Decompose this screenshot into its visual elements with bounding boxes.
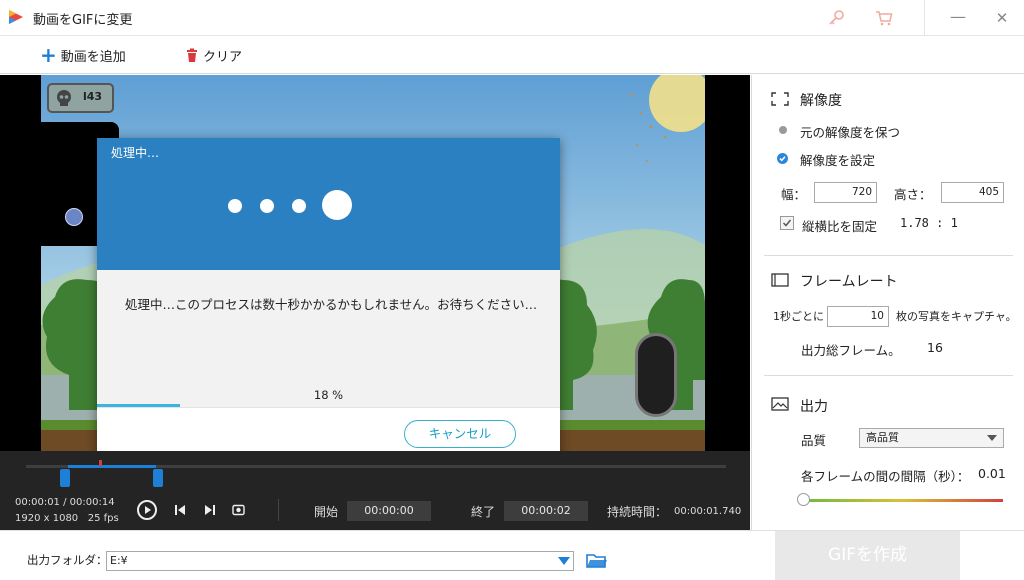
height-input[interactable]: 405: [941, 182, 1004, 203]
image-icon: [771, 397, 789, 411]
playhead[interactable]: [99, 460, 102, 466]
add-video-button[interactable]: + 動画を追加: [40, 45, 126, 65]
cart-icon[interactable]: [874, 8, 894, 28]
resolution-icon: [771, 92, 789, 106]
chevron-down-icon[interactable]: [558, 557, 570, 565]
loading-dot-large-icon: [322, 190, 352, 220]
game-skull-count: l43: [83, 90, 103, 103]
chevron-down-icon: [987, 435, 997, 441]
dialog-body: 処理中…このプロセスは数十秒かかるかもしれません。お待ちください… 18 %: [97, 270, 560, 407]
height-label: 高さ：: [894, 187, 932, 202]
aspect-lock-checkbox[interactable]: [780, 216, 794, 230]
cancel-button[interactable]: キャンセル: [404, 420, 516, 448]
settings-panel: 解像度 元の解像度を保つ 解像度を設定 幅： 720 高さ： 405 縦横比を固…: [751, 75, 1024, 530]
capture-text: 枚の写真をキャプチャ。: [896, 310, 1017, 323]
quality-label: 品質: [801, 433, 827, 448]
set-resolution-radio[interactable]: [777, 153, 788, 164]
section-divider: [764, 375, 1013, 376]
resolution-section-title: 解像度: [800, 93, 842, 109]
trash-icon: [187, 48, 197, 62]
progress-percent: 18 %: [313, 388, 344, 402]
output-folder-label: 出力フォルダ：: [27, 553, 108, 567]
quality-value: 高品質: [866, 431, 899, 444]
clear-label: クリア: [203, 49, 243, 65]
loading-dot-icon: [228, 199, 242, 213]
play-button[interactable]: [137, 500, 157, 520]
app-logo-icon: [9, 10, 23, 24]
minimize-button[interactable]: —: [946, 6, 970, 30]
end-time-field[interactable]: 00:00:02: [504, 501, 588, 521]
frames-per-second-input[interactable]: 10: [827, 306, 889, 327]
next-frame-icon[interactable]: [204, 504, 216, 516]
section-divider: [764, 255, 1013, 256]
timeline-selection: [68, 465, 156, 468]
end-label: 終了: [471, 505, 496, 519]
video-resolution: 1920 x 1080: [15, 513, 79, 524]
aspect-lock-label[interactable]: 縦横比を固定: [802, 216, 877, 235]
snapshot-icon[interactable]: [232, 503, 245, 516]
duration-label: 持続時間：: [607, 505, 668, 519]
interval-slider-knob[interactable]: [797, 493, 810, 506]
skull-icon: [57, 90, 71, 106]
add-video-label: 動画を追加: [60, 49, 126, 65]
total-frames-label: 出力総フレーム。: [801, 343, 901, 358]
app-window: 動画をGIFに変更 — ✕ + 動画を追加 クリア l43 処理中… 処理中…こ…: [0, 0, 1024, 580]
per-second-label: 1秒ごとに: [773, 310, 824, 323]
duration-value: 00:00:01.740: [674, 506, 742, 517]
key-icon[interactable]: [826, 8, 846, 28]
time-readout: 00:00:01 / 00:00:14: [15, 497, 115, 508]
trim-end-handle[interactable]: [153, 469, 163, 487]
trim-start-handle[interactable]: [60, 469, 70, 487]
app-title: 動画をGIFに変更: [33, 13, 133, 28]
game-skull-counter: [47, 83, 114, 113]
interval-value: 0.01: [978, 466, 1006, 481]
interval-label: 各フレームの間の間隔（秒）：: [801, 469, 970, 484]
title-bar: 動画をGIFに変更 — ✕: [0, 0, 1024, 36]
loading-dot-icon: [292, 199, 306, 213]
processing-dialog: 処理中… 処理中…このプロセスは数十秒かかるかもしれません。お待ちください… 1…: [97, 138, 560, 461]
width-label: 幅：: [781, 187, 807, 202]
clear-button[interactable]: クリア: [186, 45, 242, 65]
play-icon: [145, 506, 151, 514]
interval-slider-track[interactable]: [802, 499, 1003, 502]
aspect-ratio-value: 1.78 : 1: [900, 216, 958, 230]
output-folder-input[interactable]: E:¥: [106, 551, 574, 571]
player-controls: 00:00:01 / 00:00:14 1920 x 1080 25 fps 開…: [0, 451, 750, 530]
close-button[interactable]: ✕: [990, 6, 1014, 30]
game-gear-icon: [65, 208, 83, 226]
plus-icon: +: [40, 43, 57, 67]
total-frames-value: 16: [927, 340, 943, 355]
time-separator: /: [63, 497, 67, 508]
video-fps: 25 fps: [87, 513, 119, 524]
toolbar: + 動画を追加 クリア: [0, 36, 1024, 74]
controls-divider: [278, 499, 279, 521]
check-icon: [779, 156, 786, 162]
dialog-header: 処理中…: [97, 138, 560, 270]
folder-icon[interactable]: [586, 552, 608, 569]
total-time: 00:00:14: [69, 497, 115, 508]
titlebar-divider: [924, 0, 925, 36]
quality-select[interactable]: 高品質: [859, 428, 1004, 448]
width-input[interactable]: 720: [814, 182, 877, 203]
current-time: 00:00:01: [15, 497, 60, 508]
start-label: 開始: [314, 505, 339, 519]
start-time-field[interactable]: 00:00:00: [347, 501, 431, 521]
create-gif-button[interactable]: GIFを作成: [775, 531, 960, 580]
previous-frame-icon[interactable]: [174, 504, 186, 516]
dialog-title: 処理中…: [111, 146, 160, 160]
checkmark-icon: [782, 219, 792, 227]
keep-original-label[interactable]: 元の解像度を保つ: [800, 122, 900, 141]
bottom-bar: 出力フォルダ： E:¥ GIFを作成: [0, 530, 1024, 580]
game-capsule-object: [635, 333, 677, 417]
video-info: 1920 x 1080 25 fps: [15, 513, 119, 524]
keep-original-radio[interactable]: [779, 126, 787, 134]
set-resolution-label[interactable]: 解像度を設定: [800, 150, 875, 169]
film-icon: [771, 273, 789, 287]
dialog-message: 処理中…このプロセスは数十秒かかるかもしれません。お待ちください…: [125, 297, 538, 312]
output-folder-value: E:¥: [110, 554, 128, 567]
framerate-section-title: フレームレート: [800, 274, 898, 290]
output-section-title: 出力: [800, 399, 828, 415]
loading-dot-icon: [260, 199, 274, 213]
